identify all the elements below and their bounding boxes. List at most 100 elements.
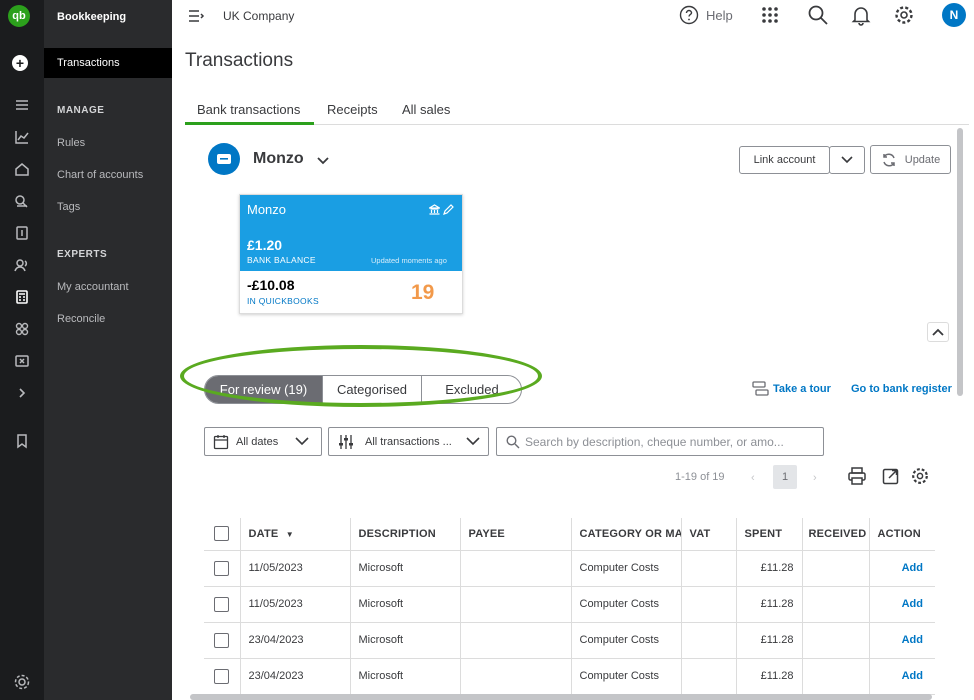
active-tab-indicator [185, 122, 314, 125]
next-page-icon[interactable]: › [813, 472, 817, 484]
banking-icon[interactable] [10, 189, 34, 213]
help-icon[interactable] [679, 5, 699, 25]
edit-pencil-icon[interactable] [443, 202, 454, 220]
current-page-button[interactable]: 1 [773, 465, 797, 489]
column-header-payee[interactable]: PAYEE [460, 518, 572, 551]
add-transaction-link[interactable]: Add [902, 562, 923, 574]
row-category[interactable]: Computer Costs [571, 622, 682, 659]
collapse-cards-button[interactable] [927, 322, 949, 342]
take-a-tour-link[interactable]: Take a tour [773, 383, 831, 395]
column-header-vat[interactable]: VAT [681, 518, 737, 551]
add-transaction-link[interactable]: Add [902, 670, 923, 682]
table-row[interactable]: 23/04/2023 Microsoft Computer Costs £11.… [204, 658, 935, 695]
date-filter-select[interactable]: All dates [204, 427, 322, 456]
expenses-icon[interactable] [10, 221, 34, 245]
go-to-bank-register-link[interactable]: Go to bank register [851, 383, 952, 395]
transaction-search-input[interactable]: Search by description, cheque number, or… [496, 427, 824, 456]
row-vat[interactable] [681, 550, 737, 587]
nav-item-chart-of-accounts[interactable]: Chart of accounts [57, 169, 143, 181]
column-header-date[interactable]: DATE ▼ [240, 518, 351, 551]
link-account-button[interactable]: Link account [739, 146, 830, 174]
taxes-icon[interactable] [10, 349, 34, 373]
highlight-annotation-oval [180, 345, 542, 407]
add-transaction-link[interactable]: Add [902, 634, 923, 646]
notifications-bell-icon[interactable] [850, 4, 872, 26]
user-avatar[interactable]: N [942, 3, 966, 27]
search-icon[interactable] [807, 4, 829, 26]
home-icon[interactable] [10, 157, 34, 181]
table-row[interactable]: 23/04/2023 Microsoft Computer Costs £11.… [204, 622, 935, 659]
export-icon[interactable] [881, 466, 901, 486]
tab-receipts[interactable]: Receipts [327, 102, 378, 117]
expand-chevron-icon[interactable] [10, 381, 34, 405]
people-icon[interactable] [10, 253, 34, 277]
row-checkbox-cell[interactable] [204, 586, 241, 623]
update-button[interactable]: Update [870, 145, 951, 174]
row-vat[interactable] [681, 658, 737, 695]
account-name[interactable]: Monzo [253, 150, 304, 168]
nav-item-reconcile[interactable]: Reconcile [57, 313, 105, 325]
settings-gear-icon[interactable] [893, 4, 915, 26]
bookmark-icon[interactable] [10, 429, 34, 453]
nav-item-my-accountant[interactable]: My accountant [57, 281, 129, 293]
row-checkbox-cell[interactable] [204, 550, 241, 587]
row-received [802, 550, 870, 587]
select-all-checkbox[interactable] [214, 526, 229, 542]
sort-descending-icon[interactable]: ▼ [286, 530, 294, 539]
row-checkbox[interactable] [214, 596, 229, 612]
accounting-icon[interactable] [10, 285, 34, 309]
row-category[interactable]: Computer Costs [571, 658, 682, 695]
nav-item-transactions[interactable]: Transactions [44, 48, 172, 78]
filter-sliders-icon [339, 435, 353, 449]
column-header-received[interactable]: RECEIVED [802, 518, 870, 551]
row-vat[interactable] [681, 622, 737, 659]
table-row[interactable]: 11/05/2023 Microsoft Computer Costs £11.… [204, 586, 935, 623]
new-plus-icon[interactable]: + [12, 55, 28, 71]
row-payee[interactable] [460, 622, 572, 659]
row-checkbox[interactable] [214, 632, 229, 648]
vertical-scrollbar[interactable] [957, 128, 963, 396]
horizontal-scrollbar[interactable] [190, 694, 932, 700]
select-all-checkbox-cell[interactable] [204, 518, 241, 551]
column-header-description[interactable]: DESCRIPTION [350, 518, 461, 551]
quickbooks-balance-label: IN QUICKBOOKS [247, 296, 319, 306]
link-account-label: Link account [753, 154, 816, 166]
apps-grid-icon[interactable] [10, 317, 34, 341]
row-vat[interactable] [681, 586, 737, 623]
row-checkbox[interactable] [214, 560, 229, 576]
previous-page-icon[interactable]: ‹ [751, 472, 755, 484]
table-row[interactable]: 11/05/2023 Microsoft Computer Costs £11.… [204, 550, 935, 587]
account-dropdown-chevron-icon[interactable] [317, 153, 329, 171]
row-checkbox[interactable] [214, 668, 229, 684]
nav-item-rules[interactable]: Rules [57, 137, 85, 149]
link-account-dropdown-button[interactable] [829, 146, 865, 174]
tour-icon[interactable] [752, 381, 770, 397]
transaction-type-filter-select[interactable]: All transactions ... [328, 427, 489, 456]
row-payee[interactable] [460, 586, 572, 623]
row-payee[interactable] [460, 658, 572, 695]
tab-all-sales[interactable]: All sales [402, 102, 450, 117]
row-payee[interactable] [460, 550, 572, 587]
chart-line-icon[interactable] [10, 125, 34, 149]
add-transaction-link[interactable]: Add [902, 598, 923, 610]
company-name: UK Company [223, 9, 295, 23]
column-header-action: ACTION [869, 518, 935, 551]
table-settings-gear-icon[interactable] [910, 466, 930, 486]
column-header-spent[interactable]: SPENT [736, 518, 803, 551]
column-header-category[interactable]: CATEGORY OR MA [571, 518, 682, 551]
help-label[interactable]: Help [706, 8, 733, 23]
row-checkbox-cell[interactable] [204, 658, 241, 695]
page-title: Transactions [185, 50, 294, 71]
apps-grid-icon[interactable] [760, 5, 780, 25]
bank-account-card[interactable]: Monzo £1.20 BANK BALANCE Updated moments… [239, 194, 463, 314]
menu-icon[interactable] [10, 93, 34, 117]
print-icon[interactable] [847, 466, 867, 486]
tab-bank-transactions[interactable]: Bank transactions [197, 102, 300, 117]
row-category[interactable]: Computer Costs [571, 586, 682, 623]
settings-gear-icon[interactable] [10, 670, 34, 694]
nav-item-tags[interactable]: Tags [57, 201, 80, 213]
collapse-menu-icon[interactable] [186, 6, 206, 26]
row-category[interactable]: Computer Costs [571, 550, 682, 587]
quickbooks-logo[interactable]: qb [8, 5, 30, 27]
row-checkbox-cell[interactable] [204, 622, 241, 659]
